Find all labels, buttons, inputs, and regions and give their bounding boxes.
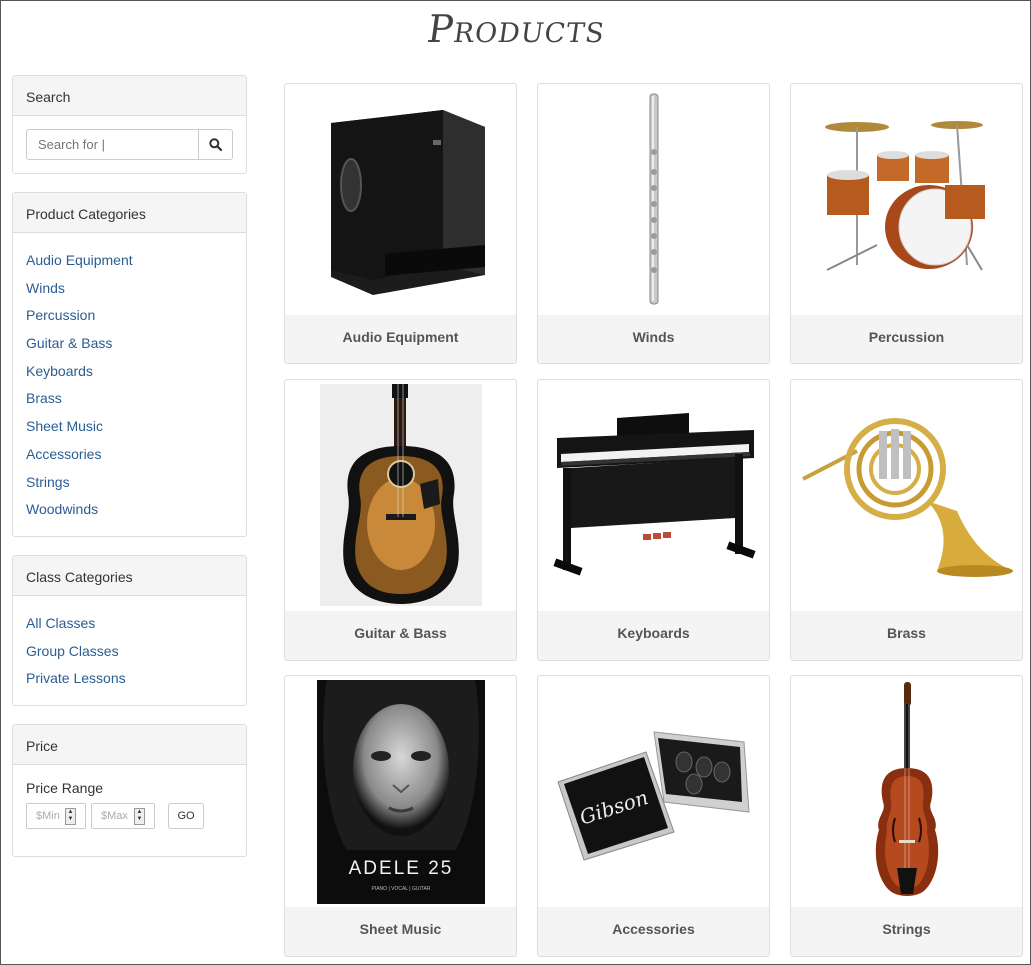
- product-card-audio-equipment[interactable]: Audio Equipment: [284, 83, 517, 364]
- product-category-list: Audio Equipment Winds Percussion Guitar …: [26, 245, 233, 524]
- drum-kit-image: [791, 84, 1022, 315]
- product-categories-panel: Product Categories Audio Equipment Winds…: [12, 192, 247, 537]
- search-panel-heading: Search: [13, 76, 246, 116]
- search-panel: Search: [12, 75, 247, 174]
- price-max-spinner[interactable]: ▲ ▼: [134, 808, 145, 825]
- songbook-subtitle: PIANO | VOCAL | GUITAR: [371, 886, 430, 892]
- product-label: Accessories: [538, 907, 769, 956]
- category-guitar-bass[interactable]: Guitar & Bass: [26, 335, 112, 351]
- product-card-keyboards[interactable]: Keyboards: [537, 379, 770, 661]
- product-label: Audio Equipment: [285, 315, 516, 363]
- search-button[interactable]: [199, 129, 233, 160]
- price-min-spinner[interactable]: ▲ ▼: [65, 808, 76, 825]
- price-range-label: Price Range: [26, 780, 104, 796]
- product-card-sheet-music[interactable]: ADELE 25 PIANO | VOCAL | GUITAR Sheet Mu…: [284, 675, 517, 957]
- flute-image: [538, 84, 769, 315]
- class-all-classes[interactable]: All Classes: [26, 615, 95, 631]
- category-strings[interactable]: Strings: [26, 474, 70, 490]
- product-categories-heading: Product Categories: [13, 193, 246, 233]
- price-panel: Price Price Range $Min ▲ ▼ $Max ▲ ▼ GO: [12, 724, 247, 857]
- product-label: Winds: [538, 315, 769, 363]
- subwoofer-speaker-image: [285, 84, 516, 315]
- class-private-lessons[interactable]: Private Lessons: [26, 670, 126, 686]
- digital-piano-image: [538, 380, 769, 611]
- price-min-input[interactable]: $Min ▲ ▼: [26, 803, 86, 829]
- product-card-winds[interactable]: Winds: [537, 83, 770, 364]
- product-card-brass[interactable]: Brass: [790, 379, 1023, 661]
- product-label: Guitar & Bass: [285, 611, 516, 660]
- product-label: Strings: [791, 907, 1022, 956]
- price-heading: Price: [13, 725, 246, 765]
- category-accessories[interactable]: Accessories: [26, 446, 101, 462]
- category-winds[interactable]: Winds: [26, 280, 65, 296]
- category-woodwinds[interactable]: Woodwinds: [26, 501, 98, 517]
- page-title: Products: [424, 7, 609, 51]
- class-group-classes[interactable]: Group Classes: [26, 643, 119, 659]
- price-go-button[interactable]: GO: [168, 803, 204, 829]
- category-keyboards[interactable]: Keyboards: [26, 363, 93, 379]
- songbook-title: ADELE 25: [348, 858, 453, 879]
- product-card-guitar-bass[interactable]: Guitar & Bass: [284, 379, 517, 661]
- acoustic-guitar-image: [285, 380, 516, 611]
- price-max-input[interactable]: $Max ▲ ▼: [91, 803, 155, 829]
- category-brass[interactable]: Brass: [26, 390, 62, 406]
- class-category-list: All Classes Group Classes Private Lesson…: [26, 608, 233, 693]
- adele-25-songbook-image: ADELE 25 PIANO | VOCAL | GUITAR: [285, 676, 516, 907]
- product-card-strings[interactable]: Strings: [790, 675, 1023, 957]
- gibson-pick-tin-image: Gibson: [538, 676, 769, 907]
- class-categories-panel: Class Categories All Classes Group Class…: [12, 555, 247, 706]
- product-card-accessories[interactable]: Gibson Accessories: [537, 675, 770, 957]
- product-label: Keyboards: [538, 611, 769, 660]
- category-percussion[interactable]: Percussion: [26, 307, 95, 323]
- category-audio-equipment[interactable]: Audio Equipment: [26, 252, 133, 268]
- search-group: [26, 129, 233, 160]
- search-input[interactable]: [26, 129, 199, 160]
- class-categories-heading: Class Categories: [13, 556, 246, 596]
- product-label: Percussion: [791, 315, 1022, 363]
- product-label: Brass: [791, 611, 1022, 660]
- product-card-percussion[interactable]: Percussion: [790, 83, 1023, 364]
- french-horn-image: [791, 380, 1022, 611]
- violin-image: [791, 676, 1022, 907]
- search-icon: [209, 138, 222, 151]
- product-label: Sheet Music: [285, 907, 516, 956]
- category-sheet-music[interactable]: Sheet Music: [26, 418, 103, 434]
